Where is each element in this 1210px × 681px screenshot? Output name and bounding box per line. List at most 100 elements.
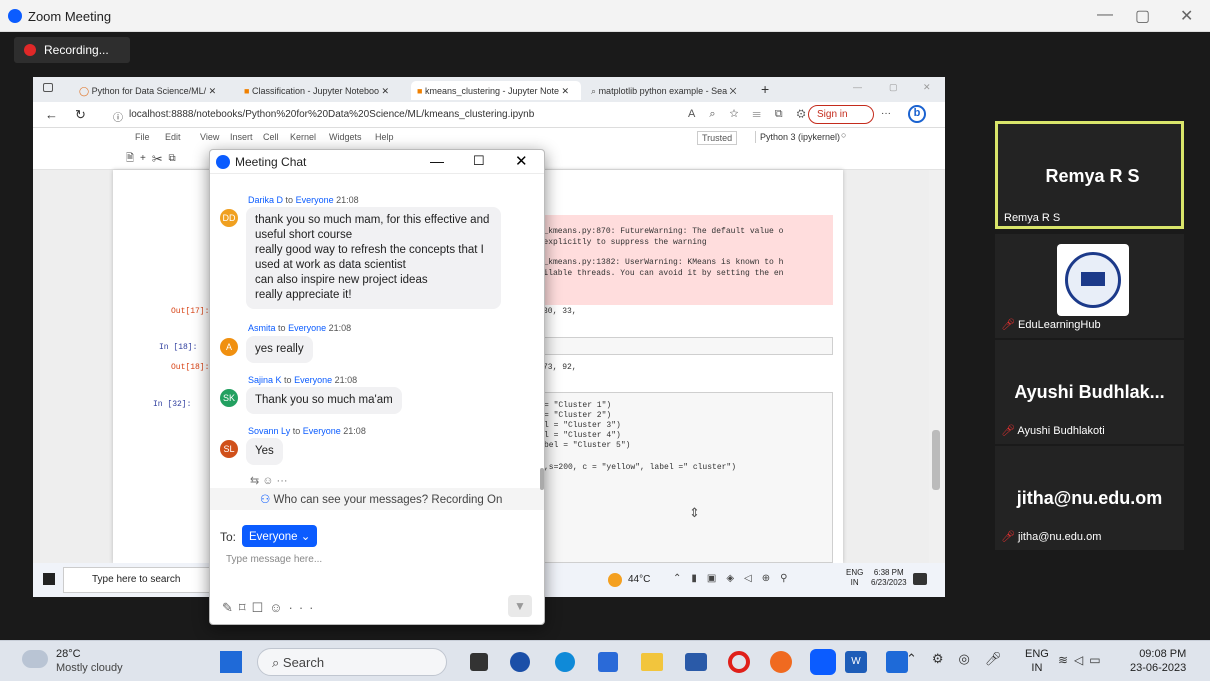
inner-notification-icon[interactable] [913, 573, 927, 585]
code-cell-32[interactable]: = "Cluster 1") = "Cluster 2") l = "Clust… [533, 392, 833, 563]
jupyter-menu: File Edit View Insert Cell Kernel Widget… [33, 128, 945, 148]
msg-sender-line: Darika D to Everyone 21:08 [248, 195, 359, 205]
msg-sender-line: Sajina K to Everyone 21:08 [248, 375, 358, 385]
chat-message: thank you so much mam, for this effectiv… [246, 207, 501, 309]
trusted-indicator[interactable]: Trusted [697, 131, 738, 145]
reaction-icons[interactable]: ⇆ ☺ ··· [250, 474, 288, 487]
chat-maximize-icon[interactable]: ☐ [473, 153, 485, 169]
firefox-icon[interactable] [770, 651, 792, 673]
chat-close-icon[interactable]: ✕ [515, 152, 528, 170]
back-icon[interactable]: ← [45, 107, 58, 122]
tab-classification[interactable]: ■ Classification - Jupyter Noteboo ✕ [238, 81, 408, 100]
send-button[interactable]: ▼ [508, 595, 532, 617]
teams-icon[interactable] [886, 651, 908, 673]
inner-clock: 6:38 PM 6/23/2023 [871, 568, 907, 587]
weather-desc: Mostly cloudy [56, 662, 123, 674]
chat-scrollbar[interactable] [540, 468, 544, 490]
people-icon: ⚇ [260, 494, 271, 506]
address-bar: ← ↻ ⓘ localhost:8888/notebooks/Python%20… [33, 102, 945, 128]
menu-kernel[interactable]: Kernel [290, 132, 316, 142]
avatar: DD [220, 209, 238, 227]
mail-icon[interactable] [685, 653, 707, 671]
tab-kmeans[interactable]: ■ kmeans_clustering - Jupyter Note ✕ [411, 81, 581, 100]
chat-title: Meeting Chat [235, 155, 307, 169]
close-icon[interactable]: ✕ [1180, 6, 1193, 26]
tray-icons[interactable]: ⌃⚙◎🎤︎ [906, 651, 1016, 667]
edge-icon[interactable] [555, 652, 575, 672]
opera-icon[interactable] [728, 651, 750, 673]
explorer-icon[interactable] [641, 653, 663, 671]
tab-actions-icon[interactable] [43, 83, 53, 92]
msg-sender-line: Asmita to Everyone 21:08 [248, 323, 352, 333]
chat-header: Meeting Chat — ☐ ✕ [210, 150, 544, 174]
menu-insert[interactable]: Insert [230, 132, 253, 142]
code-cell-18[interactable] [533, 337, 833, 355]
inner-lang: ENG IN [846, 568, 864, 587]
minimize-icon[interactable]: — [1097, 6, 1113, 24]
edulearning-logo [1057, 244, 1129, 316]
participant-tile-jitha[interactable]: jitha@nu.edu.om 🎤︎ jitha@nu.edu.om [995, 446, 1184, 550]
muted-mic-icon: 🎤︎ [1001, 531, 1015, 543]
host-taskbar: 28°C Mostly cloudy ⌕ Search W ⌃⚙◎🎤︎ ENG I… [0, 640, 1210, 681]
chat-message: Yes [246, 438, 283, 465]
menu-file[interactable]: File [135, 132, 150, 142]
compose-icons[interactable]: ✎⌑☐☺··· [222, 600, 319, 616]
in32-prompt: In [32]: [153, 400, 192, 409]
clock[interactable]: 09:08 PM 23-06-2023 [1130, 647, 1186, 675]
language-indicator[interactable]: ENG IN [1025, 647, 1049, 675]
recording-indicator[interactable]: Recording... [14, 37, 130, 63]
chat-minimize-icon[interactable]: — [430, 153, 444, 169]
weather-temp: 28°C [56, 648, 81, 660]
participant-tile-edulearning[interactable]: 🎤︎ EduLearningHub [995, 234, 1184, 338]
avatar: SL [220, 440, 238, 458]
menu-cell[interactable]: Cell [263, 132, 279, 142]
menu-view[interactable]: View [200, 132, 219, 142]
windows-start-icon[interactable] [220, 651, 242, 673]
participant-name: 🎤︎ EduLearningHub [1001, 319, 1101, 331]
browser-min-icon[interactable]: — [853, 82, 862, 92]
browser-close-icon[interactable]: ✕ [923, 82, 931, 93]
participant-name: 🎤︎ jitha@nu.edu.om [1001, 531, 1102, 543]
privacy-text: ⚇ Who can see your messages? Recording O… [260, 494, 503, 506]
tab-python-ds[interactable]: ◯ Python for Data Science/ML/ ✕ [73, 81, 233, 100]
refresh-icon[interactable]: ↻ [75, 107, 86, 123]
muted-mic-icon: 🎤︎ [1001, 319, 1015, 331]
taskbar-search[interactable]: ⌕ Search [257, 648, 447, 676]
recipient-dropdown[interactable]: Everyone ⌄ [242, 525, 318, 547]
menu-edit[interactable]: Edit [165, 132, 181, 142]
tab-matplotlib[interactable]: ⌕ matplotlib python example - Sea ✕ [585, 81, 755, 100]
inner-tray-icons[interactable]: ⌃▮▣◈◁⊕⚲ [673, 573, 797, 584]
info-icon: ⓘ [113, 113, 123, 124]
restore-icon[interactable]: ▢ [1135, 6, 1150, 26]
toolbar-buttons[interactable]: 🗎+✂⧉ [126, 151, 182, 168]
browser-max-icon[interactable]: ▢ [889, 82, 898, 93]
zoom-chat-icon [216, 155, 230, 169]
sign-in-button[interactable]: Sign in [808, 105, 874, 124]
participant-tile-ayushi[interactable]: Ayushi Budhlak... 🎤︎ Ayushi Budhlakoti [995, 340, 1184, 444]
out18-value: 73, 92, [543, 363, 577, 372]
network-volume-icons[interactable]: ≋◁▭ [1058, 653, 1107, 667]
avatar: SK [220, 389, 238, 407]
menu-help[interactable]: Help [375, 132, 394, 142]
url-field[interactable]: localhost:8888/notebooks/Python%20for%20… [129, 109, 534, 120]
store-icon[interactable] [598, 652, 618, 672]
more-icon[interactable]: ··· [881, 108, 891, 119]
in18-prompt: In [18]: [159, 343, 198, 352]
inner-start-icon[interactable] [43, 573, 55, 585]
menu-widgets[interactable]: Widgets [329, 132, 362, 142]
toolbar-icons[interactable]: A⌕☆☰⧉⚙ [688, 108, 819, 121]
chat-input[interactable]: Type message here... [226, 554, 322, 565]
meet-icon[interactable] [510, 652, 530, 672]
out17-prompt: Out[17]: [171, 307, 210, 316]
scrollbar-thumb[interactable] [932, 430, 940, 490]
chat-message: yes really [246, 336, 313, 363]
zoom-taskbar-icon[interactable] [810, 649, 836, 675]
taskview-icon[interactable] [470, 653, 488, 671]
participant-tile-remya[interactable]: Remya R S Remya R S [995, 121, 1184, 229]
notebook-scrollbar[interactable] [929, 170, 943, 563]
new-tab-icon[interactable]: + [761, 81, 769, 97]
privacy-banner[interactable]: ⚇ Who can see your messages? Recording O… [210, 488, 544, 510]
bing-icon[interactable]: b [908, 105, 926, 123]
word-icon[interactable]: W [845, 651, 867, 673]
out17-value: 30, 33, [543, 307, 577, 316]
